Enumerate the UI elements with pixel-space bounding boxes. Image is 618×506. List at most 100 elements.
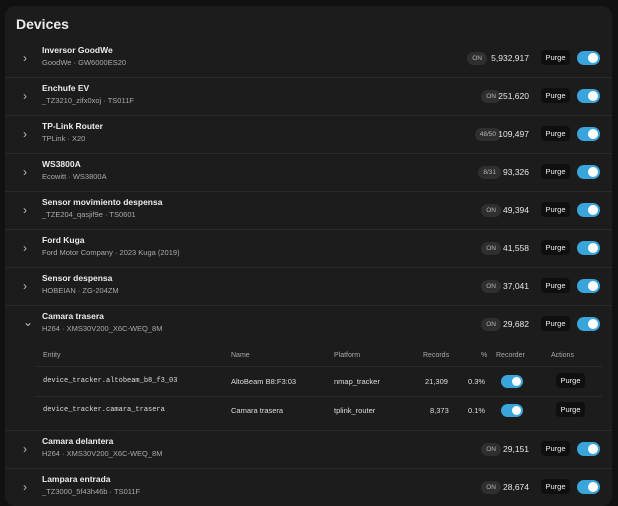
device-name: Camara trasera	[42, 311, 104, 321]
record-count: 49,394	[503, 205, 529, 215]
status-badge: ON	[481, 318, 501, 331]
purge-button[interactable]: Purge	[541, 441, 570, 456]
recorder-toggle[interactable]	[577, 279, 600, 293]
device-subtitle: H264 · XMS30V200_X6C-WEQ_8M	[42, 324, 163, 333]
purge-button[interactable]: Purge	[541, 126, 570, 141]
column-header-records: Records	[423, 352, 450, 359]
toggle-knob	[588, 444, 598, 454]
chevron-right-icon[interactable]: ›	[23, 89, 33, 103]
device-row[interactable]: › Lampara entrada _TZ3000_5f43h46b · TS0…	[5, 469, 612, 506]
recorder-toggle[interactable]	[577, 203, 600, 217]
purge-button[interactable]: Purge	[541, 202, 570, 217]
purge-button[interactable]: Purge	[541, 278, 570, 293]
table-row: device_tracker.camara_trasera Camara tra…	[36, 396, 602, 425]
status-badge: 48/50	[474, 128, 501, 141]
toggle-knob	[588, 205, 598, 215]
device-row[interactable]: › Sensor despensa HOBEIAN · ZG-204ZM ON …	[5, 268, 612, 306]
device-row[interactable]: › Camara delantera H264 · XMS30V200_X6C-…	[5, 431, 612, 469]
entity-name: AltoBeam B8:F3:03	[231, 377, 297, 386]
recorder-toggle[interactable]	[577, 480, 600, 494]
record-count: 109,497	[498, 129, 529, 139]
entity-percent: 0.3%	[468, 377, 486, 386]
device-row[interactable]: › Ford Kuga Ford Motor Company · 2023 Ku…	[5, 230, 612, 268]
column-header-name: Name	[231, 352, 250, 359]
toggle-knob	[588, 482, 598, 492]
device-name: Camara delantera	[42, 436, 114, 446]
device-subtitle: Ford Motor Company · 2023 Kuga (2019)	[42, 248, 180, 257]
column-header-recorder: Recorder	[496, 352, 525, 359]
entity-table: Entity Name Platform Records % Recorder …	[5, 343, 612, 431]
device-subtitle: TPLink · X20	[42, 134, 86, 143]
chevron-down-icon[interactable]: ⌄	[23, 315, 33, 329]
status-badge: ON	[481, 280, 501, 293]
device-name: TP-Link Router	[42, 121, 103, 131]
device-name: Inversor GoodWe	[42, 45, 113, 55]
purge-button[interactable]: Purge	[541, 479, 570, 494]
status-badge: ON	[467, 52, 487, 65]
entity-platform: nmap_tracker	[334, 377, 380, 386]
device-name: Lampara entrada	[42, 474, 111, 484]
chevron-right-icon[interactable]: ›	[23, 241, 33, 255]
recorder-toggle[interactable]	[577, 165, 600, 179]
purge-button[interactable]: Purge	[541, 240, 570, 255]
purge-button[interactable]: Purge	[541, 50, 570, 65]
device-subtitle: Ecowitt · WS3800A	[42, 172, 107, 181]
device-row[interactable]: › Enchufe EV _TZ3210_zifx0xoj · TS011F O…	[5, 78, 612, 116]
device-subtitle: HOBEIAN · ZG-204ZM	[42, 286, 119, 295]
toggle-knob	[512, 377, 521, 386]
chevron-right-icon[interactable]: ›	[23, 165, 33, 179]
recorder-toggle[interactable]	[577, 51, 600, 65]
table-row: device_tracker.altobeam_b8_f3_03 AltoBea…	[36, 366, 602, 397]
device-list: › Inversor GoodWe GoodWe · GW6000ES20 ON…	[5, 40, 612, 506]
chevron-right-icon[interactable]: ›	[23, 127, 33, 141]
record-count: 28,674	[503, 482, 529, 492]
record-count: 5,932,917	[491, 53, 529, 63]
toggle-knob	[588, 243, 598, 253]
toggle-knob	[588, 129, 598, 139]
status-badge: ON	[481, 443, 501, 456]
entity-id: device_tracker.camara_trasera	[43, 406, 165, 414]
device-subtitle: H264 · XMS30V200_X6C-WEQ_8M	[42, 449, 163, 458]
device-subtitle: _TZ3000_5f43h46b · TS011F	[42, 487, 141, 496]
chevron-right-icon[interactable]: ›	[23, 442, 33, 456]
recorder-toggle[interactable]	[577, 127, 600, 141]
column-header-platform: Platform	[334, 352, 361, 359]
device-row[interactable]: › Inversor GoodWe GoodWe · GW6000ES20 ON…	[5, 40, 612, 78]
entity-purge-button[interactable]: Purge	[556, 373, 585, 388]
entity-platform: tplink_router	[334, 406, 376, 415]
recorder-toggle[interactable]	[577, 241, 600, 255]
status-badge: 8/31	[478, 166, 501, 179]
status-badge: ON	[481, 204, 501, 217]
device-row[interactable]: › TP-Link Router TPLink · X20 48/50 109,…	[5, 116, 612, 154]
record-count: 37,041	[503, 281, 529, 291]
purge-button[interactable]: Purge	[541, 88, 570, 103]
status-badge: ON	[481, 242, 501, 255]
record-count: 93,326	[503, 167, 529, 177]
entity-purge-button[interactable]: Purge	[556, 402, 585, 417]
entity-id: device_tracker.altobeam_b8_f3_03	[43, 377, 178, 385]
device-row[interactable]: › Sensor movimiento despensa _TZE204_qas…	[5, 192, 612, 230]
device-row-expanded[interactable]: ⌄ Camara trasera H264 · XMS30V200_X6C-WE…	[5, 306, 612, 343]
purge-button[interactable]: Purge	[541, 164, 570, 179]
chevron-right-icon[interactable]: ›	[23, 51, 33, 65]
recorder-toggle[interactable]	[577, 89, 600, 103]
device-name: Sensor movimiento despensa	[42, 197, 163, 207]
chevron-right-icon[interactable]: ›	[23, 203, 33, 217]
recorder-toggle[interactable]	[577, 317, 600, 331]
entity-recorder-toggle[interactable]	[501, 375, 523, 388]
purge-button[interactable]: Purge	[541, 316, 570, 331]
record-count: 41,558	[503, 243, 529, 253]
entity-percent: 0.1%	[468, 406, 486, 415]
chevron-right-icon[interactable]: ›	[23, 279, 33, 293]
column-header-actions: Actions	[551, 352, 574, 359]
device-subtitle: GoodWe · GW6000ES20	[42, 58, 127, 67]
device-name: Enchufe EV	[42, 83, 90, 93]
chevron-right-icon[interactable]: ›	[23, 480, 33, 494]
recorder-toggle[interactable]	[577, 442, 600, 456]
device-row[interactable]: › WS3800A Ecowitt · WS3800A 8/31 93,326 …	[5, 154, 612, 192]
toggle-knob	[588, 319, 598, 329]
entity-recorder-toggle[interactable]	[501, 404, 523, 417]
toggle-knob	[588, 53, 598, 63]
device-subtitle: _TZE204_qasjif9e · TS0601	[42, 210, 136, 219]
device-name: Sensor despensa	[42, 273, 113, 283]
